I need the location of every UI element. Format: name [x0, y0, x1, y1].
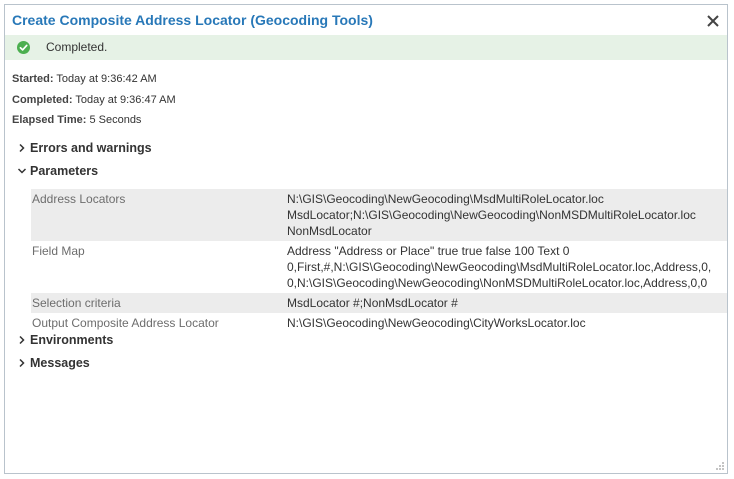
completed-label: Completed: [12, 94, 73, 106]
parameter-name: Output Composite Address Locator [32, 316, 219, 330]
parameter-value: MsdLocator #;NonMsdLocator # [287, 296, 458, 310]
chevron-right-icon [19, 335, 25, 345]
status-banner: Completed. [5, 35, 727, 60]
chevron-down-icon [17, 168, 27, 174]
parameter-name: Selection criteria [32, 296, 121, 310]
section-label: Environments [30, 333, 114, 347]
parameter-row: Address Locators N:\GIS\Geocoding\NewGeo… [31, 189, 727, 241]
close-icon[interactable] [705, 13, 721, 29]
geoprocessing-details-window: Create Composite Address Locator (Geocod… [4, 4, 728, 474]
parameter-name: Address Locators [32, 192, 126, 206]
elapsed-value: 5 Seconds [89, 114, 142, 126]
parameter-row: Field Map Address "Address or Place" tru… [31, 241, 727, 293]
elapsed-label: Elapsed Time: [12, 114, 87, 126]
completed-value: Today at 9:36:47 AM [75, 94, 176, 106]
section-label: Parameters [30, 164, 99, 178]
chevron-right-icon [19, 143, 25, 153]
parameters-table: Address Locators N:\GIS\Geocoding\NewGeo… [31, 189, 727, 333]
resize-grip-icon[interactable] [715, 461, 725, 471]
parameter-row: Selection criteria MsdLocator #;NonMsdLo… [31, 293, 727, 313]
title-bar: Create Composite Address Locator (Geocod… [5, 5, 727, 35]
chevron-right-icon [19, 358, 25, 368]
section-errors-and-warnings[interactable]: Errors and warnings [5, 139, 205, 159]
section-environments[interactable]: Environments [5, 331, 205, 351]
section-label: Errors and warnings [30, 141, 152, 155]
started-line: Started: Today at 9:36:42 AM [12, 73, 157, 85]
status-text: Completed. [46, 40, 108, 54]
window-title: Create Composite Address Locator (Geocod… [12, 12, 373, 28]
started-label: Started: [12, 73, 54, 85]
parameter-value: N:\GIS\Geocoding\NewGeocoding\MsdMultiRo… [287, 192, 696, 238]
parameter-value: Address "Address or Place" true true fal… [287, 244, 712, 290]
section-messages[interactable]: Messages [5, 354, 205, 374]
parameter-row: Output Composite Address Locator N:\GIS\… [31, 313, 727, 333]
check-circle-icon [17, 41, 30, 54]
section-parameters[interactable]: Parameters [5, 162, 205, 182]
parameter-value: N:\GIS\Geocoding\NewGeocoding\CityWorksL… [287, 316, 586, 330]
completed-line: Completed: Today at 9:36:47 AM [12, 94, 176, 106]
parameter-name: Field Map [32, 244, 85, 258]
elapsed-line: Elapsed Time: 5 Seconds [12, 114, 141, 126]
section-label: Messages [30, 356, 90, 370]
started-value: Today at 9:36:42 AM [56, 73, 157, 85]
